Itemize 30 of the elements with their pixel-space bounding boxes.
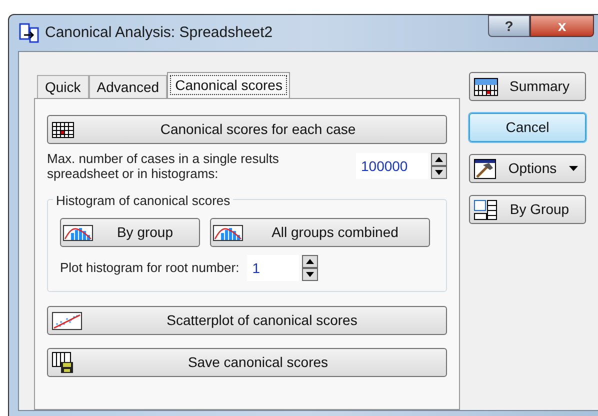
tab[interactable]: Canonical scores — [167, 72, 290, 98]
root-number-label: Plot histogram for root number: — [60, 259, 240, 278]
tab[interactable]: Advanced — [88, 75, 168, 98]
summary-table-icon — [474, 78, 498, 96]
canonical-scores-button[interactable]: Canonical scores for each case — [47, 115, 447, 144]
group-table-icon — [474, 200, 498, 220]
root-number-field[interactable]: 1 — [247, 255, 300, 281]
side-button[interactable]: Cancel — [469, 113, 586, 142]
max-cases-label: Max. number of cases in a single results spreadsheet or in histograms: — [47, 151, 280, 181]
hammer-icon — [474, 158, 496, 178]
grid-icon — [52, 122, 74, 138]
spinner-arrows-icon[interactable] — [431, 153, 447, 179]
help-button[interactable]: ? — [488, 15, 530, 37]
max-cases-field[interactable]: 100000 — [356, 153, 428, 179]
histogram-icon — [213, 224, 243, 240]
window-title: Canonical Analysis: Spreadsheet2 — [45, 22, 273, 43]
scatterplot-button[interactable]: Scatterplot of canonical scores — [47, 306, 447, 335]
histogram-button[interactable]: By group — [60, 218, 200, 247]
tab[interactable]: Quick — [37, 75, 89, 98]
save-scores-button[interactable]: Save canonical scores — [47, 348, 447, 377]
app-icon — [19, 23, 39, 43]
scatterplot-icon — [52, 312, 82, 330]
save-icon — [52, 352, 74, 374]
close-button[interactable]: x — [530, 15, 594, 37]
side-button[interactable]: Options — [469, 154, 586, 183]
spinner-arrows-icon[interactable] — [302, 255, 318, 281]
histogram-icon — [63, 224, 93, 240]
side-button[interactable]: By Group — [469, 195, 586, 224]
histogram-button[interactable]: All groups combined — [210, 218, 430, 247]
side-button[interactable]: Summary — [469, 72, 586, 101]
